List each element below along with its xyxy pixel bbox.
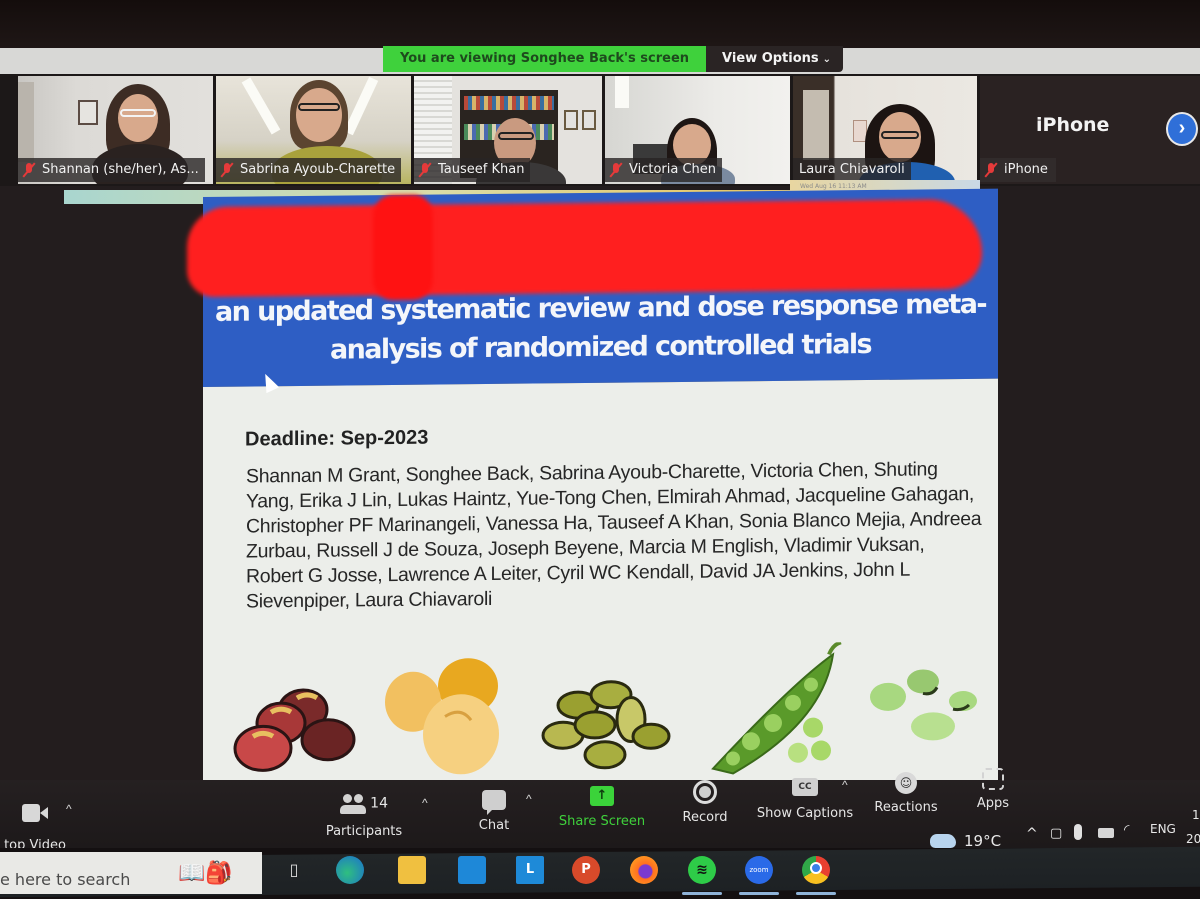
- reaction-smiley-icon: ☺: [895, 772, 917, 794]
- show-captions-button[interactable]: CC Show Captions: [756, 778, 854, 821]
- share-screen-button[interactable]: ↑ Share Screen: [556, 786, 648, 829]
- participant-name: iPhone: [980, 158, 1056, 182]
- search-highlight-illustration: 📖🎒: [178, 860, 233, 885]
- viewing-screen-text: You are viewing Songhee Back's screen: [383, 46, 707, 72]
- gallery-next-page-button[interactable]: ›: [1166, 112, 1198, 146]
- chickpeas-illustration: [385, 658, 499, 775]
- file-explorer-icon[interactable]: [398, 856, 426, 884]
- cloud-icon: [930, 834, 956, 848]
- participant-tile[interactable]: Victoria Chen: [605, 76, 790, 184]
- slide-title-line: analysis of randomized controlled trials: [330, 329, 871, 366]
- show-hidden-icons-button[interactable]: ^: [1026, 826, 1038, 842]
- mic-muted-icon: [984, 162, 998, 178]
- mic-muted-icon: [609, 162, 623, 178]
- closed-captions-icon: CC: [792, 778, 818, 796]
- participants-options-caret[interactable]: ^: [422, 796, 428, 810]
- weather-widget[interactable]: 19°C: [930, 832, 1001, 850]
- participant-name: Victoria Chen: [605, 158, 723, 182]
- battery-icon[interactable]: [1098, 828, 1114, 838]
- title-redaction-overlay: [187, 198, 982, 298]
- author-list: Shannan M Grant, Songhee Back, Sabrina A…: [246, 458, 982, 613]
- share-screen-icon: ↑: [590, 786, 614, 806]
- reactions-button[interactable]: ☺ Reactions: [872, 772, 940, 815]
- meet-now-icon[interactable]: ▢: [1050, 826, 1062, 841]
- captions-options-caret[interactable]: ^: [842, 778, 848, 792]
- view-options-label: View Options: [722, 51, 819, 66]
- video-options-caret[interactable]: ^: [66, 802, 72, 816]
- participant-name: Sabrina Ayoub-Charette: [216, 158, 402, 182]
- firefox-icon[interactable]: [630, 856, 658, 884]
- chrome-icon[interactable]: [802, 856, 830, 884]
- kidney-beans-illustration: [233, 688, 356, 772]
- pulses-illustration: [233, 640, 977, 775]
- mic-muted-icon: [220, 162, 234, 178]
- chat-button[interactable]: Chat: [470, 790, 518, 833]
- zoom-app-icon[interactable]: zoom: [745, 856, 773, 884]
- taskbar-search-placeholder[interactable]: e here to search: [0, 870, 130, 889]
- slide-title-area: an updated systematic review and dose re…: [187, 188, 998, 387]
- mic-muted-icon: [418, 162, 432, 178]
- clock-time-partial[interactable]: 1: [1192, 808, 1200, 822]
- zoom-running-indicator: [739, 892, 779, 895]
- chat-bubble-icon: [482, 790, 506, 815]
- chevron-down-icon: ⌄: [822, 54, 832, 65]
- participant-gallery: Shannan (she/her), As... Sabrina Ayoub-C…: [0, 74, 1200, 186]
- mic-muted-icon: [22, 162, 36, 178]
- l-app-icon[interactable]: L: [516, 856, 544, 884]
- apps-button[interactable]: Apps: [970, 768, 1016, 811]
- chat-options-caret[interactable]: ^: [526, 792, 532, 806]
- participant-name: Shannan (she/her), As...: [18, 158, 205, 182]
- title-redaction-overlay: [373, 194, 433, 301]
- lentils-illustration: [541, 680, 671, 770]
- weather-temperature: 19°C: [964, 832, 1002, 850]
- view-options-button[interactable]: View Options ⌄: [706, 46, 844, 72]
- mail-icon[interactable]: [458, 856, 486, 884]
- participant-name: Tauseef Khan: [414, 158, 531, 182]
- language-indicator[interactable]: ENG: [1150, 822, 1176, 836]
- fava-beans-illustration: [870, 669, 977, 741]
- powerpoint-icon[interactable]: P: [572, 856, 600, 884]
- participant-tile[interactable]: Sabrina Ayoub-Charette: [216, 76, 411, 184]
- meeting-toolbar: top Video ^ 14 Participants ^ Chat ^ ↑ S…: [0, 768, 1200, 855]
- screen-share-banner: You are viewing Songhee Back's screen Vi…: [383, 46, 844, 72]
- participant-tile-active-speaker[interactable]: Laura Chiavaroli: [793, 76, 977, 184]
- participants-count: 14: [370, 795, 388, 812]
- monitor-bezel: [0, 0, 1200, 50]
- edge-icon[interactable]: [336, 856, 364, 884]
- video-camera-icon: [22, 804, 48, 822]
- participant-placeholder-name: iPhone: [1036, 114, 1110, 136]
- spotify-icon[interactable]: ≋: [688, 856, 716, 884]
- microphone-icon[interactable]: [1074, 824, 1082, 840]
- spotify-running-indicator: [682, 892, 722, 895]
- deadline-text: Deadline: Sep-2023: [245, 426, 429, 451]
- stop-video-button[interactable]: top Video: [0, 804, 70, 853]
- record-icon: [693, 780, 717, 804]
- participant-tile[interactable]: Shannan (she/her), As...: [18, 76, 213, 184]
- participants-button[interactable]: 14 Participants: [322, 794, 406, 839]
- task-view-icon[interactable]: ▯: [280, 856, 308, 884]
- participant-tile[interactable]: Tauseef Khan: [414, 76, 602, 184]
- wifi-icon[interactable]: ◜: [1124, 822, 1129, 838]
- host-clock: Wed Aug 16 11:13 AM: [800, 183, 867, 190]
- presentation-slide: an updated systematic review and dose re…: [187, 188, 998, 789]
- apps-icon: [982, 768, 1004, 790]
- chevron-right-icon: ›: [1178, 117, 1186, 139]
- participants-icon: [340, 794, 367, 814]
- slide-content: Deadline: Sep-2023 Shannan M Grant, Song…: [203, 378, 998, 789]
- chrome-running-indicator: [796, 892, 836, 895]
- pea-pod-illustration: [711, 640, 842, 775]
- participant-name: Laura Chiavaroli: [793, 158, 911, 182]
- clock-date-partial[interactable]: 20: [1186, 832, 1200, 846]
- record-button[interactable]: Record: [676, 780, 734, 825]
